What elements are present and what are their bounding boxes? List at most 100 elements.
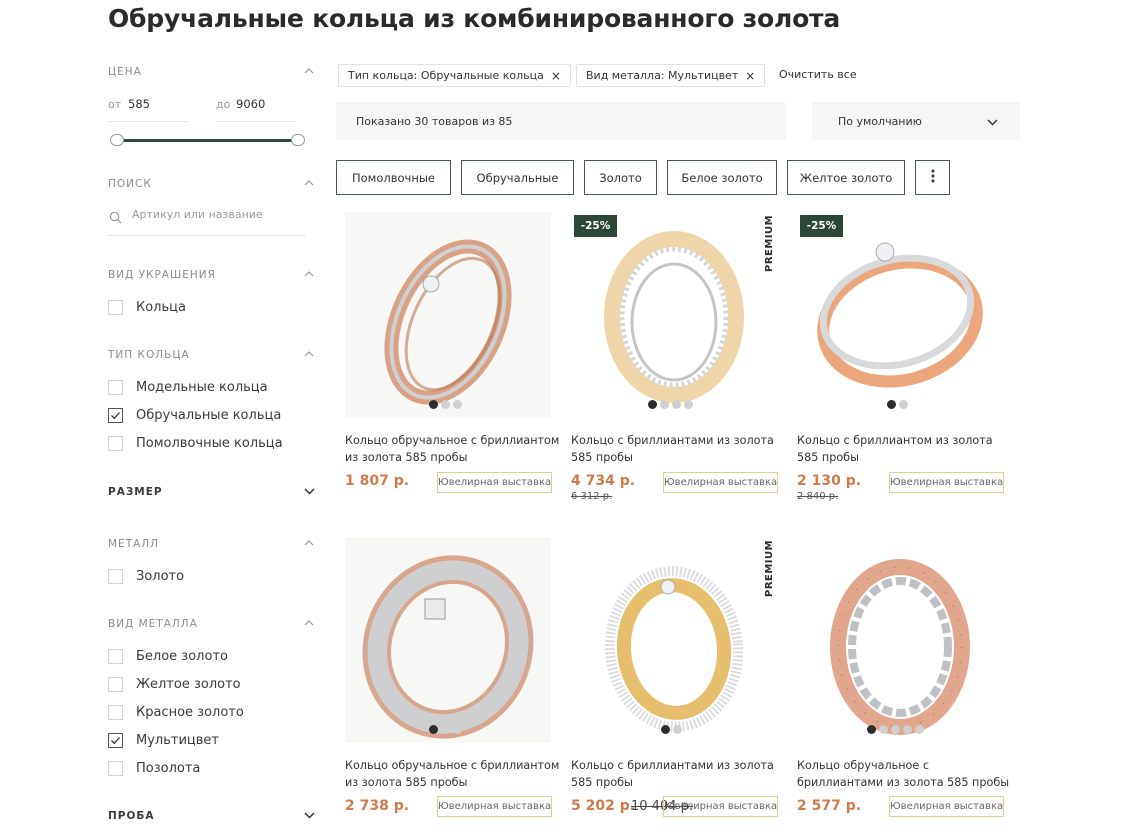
- filter-option-label: Золото: [136, 568, 185, 584]
- product-price: 2 577 р.: [797, 798, 862, 814]
- carousel-dot[interactable]: [887, 400, 896, 409]
- image-carousel-dots[interactable]: [887, 400, 908, 409]
- product-name[interactable]: Кольцо с бриллиантами из золота 585 пробы: [571, 757, 786, 791]
- filter-option-white-gold[interactable]: Белое золото: [108, 647, 228, 665]
- chevron-down-icon[interactable]: [304, 488, 315, 498]
- carousel-dot[interactable]: [879, 725, 888, 734]
- quick-filter-engagement[interactable]: Помолвочные: [336, 160, 451, 195]
- image-carousel-dots[interactable]: [648, 400, 693, 409]
- chevron-up-icon[interactable]: [304, 620, 314, 630]
- price-slider-track[interactable]: [116, 139, 300, 142]
- metal-kind-section-title[interactable]: ВИД МЕТАЛЛА: [108, 618, 198, 630]
- filter-option-gold[interactable]: Золото: [108, 567, 184, 585]
- search-field[interactable]: [108, 208, 306, 236]
- carousel-dot[interactable]: [661, 725, 670, 734]
- close-icon[interactable]: ×: [745, 69, 755, 83]
- chevron-up-icon[interactable]: [304, 68, 314, 78]
- image-carousel-dots[interactable]: [661, 725, 682, 734]
- carousel-dot[interactable]: [648, 400, 657, 409]
- chevron-up-icon[interactable]: [304, 351, 314, 361]
- price-to-input[interactable]: 9060: [236, 97, 265, 111]
- close-icon[interactable]: ×: [551, 69, 561, 83]
- store-badge[interactable]: Ювелирная выставка: [663, 796, 778, 817]
- carousel-dot[interactable]: [429, 400, 438, 409]
- image-carousel-dots[interactable]: [867, 725, 924, 734]
- carousel-dot[interactable]: [891, 725, 900, 734]
- carousel-dot[interactable]: [441, 725, 450, 734]
- checkbox[interactable]: [108, 299, 123, 315]
- filter-option-red-gold[interactable]: Красное золото: [108, 703, 244, 721]
- checkbox[interactable]: [108, 648, 123, 664]
- probe-section-title[interactable]: ПРОБА: [108, 810, 155, 822]
- jewelry-type-section-title[interactable]: ВИД УКРАШЕНИЯ: [108, 269, 216, 281]
- price-slider-max-handle[interactable]: [291, 134, 305, 146]
- filter-option-rings[interactable]: Кольца: [108, 298, 186, 316]
- carousel-dot[interactable]: [915, 725, 924, 734]
- carousel-dot[interactable]: [684, 400, 693, 409]
- search-input[interactable]: [132, 208, 302, 221]
- product-name[interactable]: Кольцо обручальное с бриллиантами из золо…: [797, 757, 1012, 791]
- product-name[interactable]: Кольцо обручальное с бриллиантом из золот…: [345, 432, 560, 466]
- price-from-input[interactable]: 585: [128, 97, 150, 111]
- quick-filter-white-gold[interactable]: Белое золото: [667, 160, 777, 195]
- ring-type-section-title[interactable]: ТИП КОЛЬЦА: [108, 349, 190, 361]
- checkbox[interactable]: [108, 568, 123, 584]
- carousel-dot[interactable]: [867, 725, 876, 734]
- sort-select[interactable]: По умолчанию: [812, 102, 1020, 140]
- product-image[interactable]: [345, 537, 551, 743]
- filter-option-multicolor[interactable]: Мультицвет: [108, 731, 219, 749]
- carousel-dot[interactable]: [672, 400, 681, 409]
- chevron-up-icon[interactable]: [304, 180, 314, 190]
- carousel-dot[interactable]: [429, 725, 438, 734]
- quick-filter-yellow-gold[interactable]: Желтое золото: [787, 160, 905, 195]
- carousel-dot[interactable]: [903, 725, 912, 734]
- search-section-title[interactable]: ПОИСК: [108, 178, 152, 190]
- filter-option-engagement-rings[interactable]: Помолвочные кольца: [108, 434, 283, 452]
- price-section-title[interactable]: ЦЕНА: [108, 66, 142, 78]
- product-image[interactable]: [797, 537, 1003, 743]
- carousel-dot[interactable]: [453, 725, 462, 734]
- carousel-dot[interactable]: [453, 400, 462, 409]
- store-badge[interactable]: Ювелирная выставка: [437, 796, 552, 817]
- image-carousel-dots[interactable]: [429, 400, 462, 409]
- store-badge[interactable]: Ювелирная выставка: [437, 472, 552, 493]
- checkbox[interactable]: [108, 435, 123, 451]
- product-name[interactable]: Кольцо с бриллиантами из золота 585 пробы: [571, 432, 786, 466]
- metal-section-title[interactable]: МЕТАЛЛ: [108, 538, 159, 550]
- chevron-down-icon[interactable]: [304, 812, 315, 822]
- more-filters-button[interactable]: [915, 160, 950, 195]
- filter-option-wedding-rings[interactable]: Обручальные кольца: [108, 406, 281, 424]
- checkbox[interactable]: [108, 676, 123, 692]
- product-image[interactable]: [345, 212, 551, 418]
- carousel-dot[interactable]: [899, 400, 908, 409]
- store-badge[interactable]: Ювелирная выставка: [663, 472, 778, 493]
- filter-option-gilding[interactable]: Позолота: [108, 759, 200, 777]
- chevron-up-icon[interactable]: [304, 271, 314, 281]
- filter-option-yellow-gold[interactable]: Желтое золото: [108, 675, 241, 693]
- filter-option-model-rings[interactable]: Модельные кольца: [108, 378, 268, 396]
- store-badge[interactable]: Ювелирная выставка: [889, 796, 1004, 817]
- chevron-up-icon[interactable]: [304, 540, 314, 550]
- checkbox[interactable]: [108, 704, 123, 720]
- store-badge[interactable]: Ювелирная выставка: [889, 472, 1004, 493]
- product-image[interactable]: [571, 212, 777, 418]
- carousel-dot[interactable]: [441, 400, 450, 409]
- checkbox[interactable]: [108, 760, 123, 776]
- product-image[interactable]: [571, 537, 777, 743]
- active-filter-chip[interactable]: Тип кольца: Обручальные кольца ×: [338, 64, 571, 87]
- carousel-dot[interactable]: [660, 400, 669, 409]
- product-image[interactable]: [797, 212, 1003, 418]
- quick-filter-wedding[interactable]: Обручальные: [461, 160, 574, 195]
- price-slider-min-handle[interactable]: [110, 134, 124, 146]
- product-name[interactable]: Кольцо обручальное с бриллиантом из золот…: [345, 757, 560, 791]
- image-carousel-dots[interactable]: [429, 725, 462, 734]
- product-name[interactable]: Кольцо с бриллиантом из золота 585 пробы: [797, 432, 1012, 466]
- size-section-title[interactable]: РАЗМЕР: [108, 486, 163, 498]
- carousel-dot[interactable]: [673, 725, 682, 734]
- quick-filter-gold[interactable]: Золото: [584, 160, 657, 195]
- clear-all-button[interactable]: Очистить все: [779, 68, 857, 81]
- checkbox-checked[interactable]: [108, 732, 123, 748]
- checkbox[interactable]: [108, 379, 123, 395]
- active-filter-chip[interactable]: Вид металла: Мультицвет ×: [576, 64, 766, 87]
- checkbox-checked[interactable]: [108, 407, 123, 423]
